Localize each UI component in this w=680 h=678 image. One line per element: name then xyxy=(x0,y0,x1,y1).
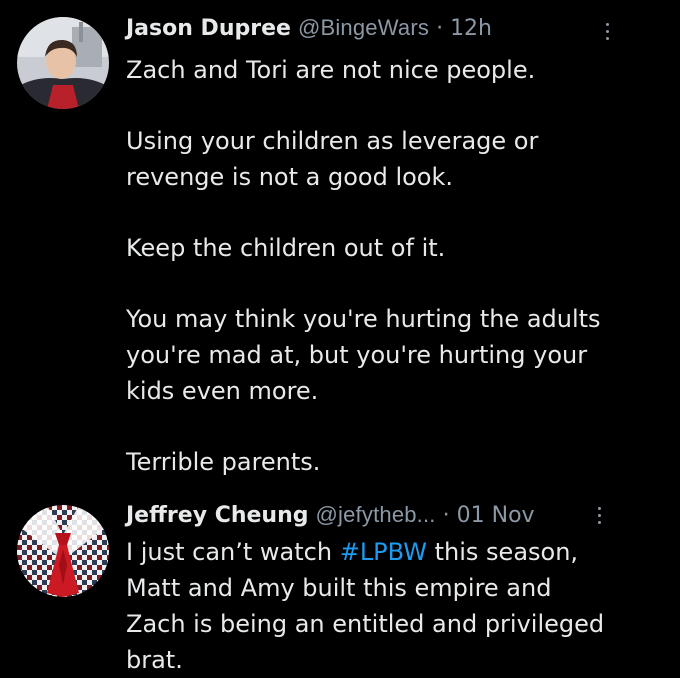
tweet-line: You may think you're hurting the adults xyxy=(126,305,601,333)
author-handle[interactable]: @jefytheb... xyxy=(316,502,436,527)
tweet-line: Keep the children out of it. xyxy=(126,234,446,262)
timestamp[interactable]: 01 Nov xyxy=(457,503,535,528)
separator-dot: · xyxy=(442,503,450,528)
tweet-line: brat. xyxy=(126,646,183,674)
tweet-line: you're mad at, but you're hurting your xyxy=(126,341,588,369)
tweet-line: I just can’t watch #LPBW this season, xyxy=(126,534,646,570)
tweet-header: Jason Dupree @BingeWars · 12h xyxy=(126,13,492,43)
user-avatar-photo-icon xyxy=(17,17,109,109)
avatar[interactable] xyxy=(17,505,109,597)
hashtag-link[interactable]: #LPBW xyxy=(340,538,427,566)
author-name[interactable]: Jeffrey Cheung xyxy=(126,503,309,528)
tweet-text: Zach and Tori are not nice people. Using… xyxy=(126,52,646,480)
tweet-line: revenge is not a good look. xyxy=(126,163,454,191)
more-options-icon[interactable] xyxy=(590,501,608,529)
tweet-line: Zach is being an entitled and privileged xyxy=(126,610,605,638)
tweet[interactable]: Jeffrey Cheung @jefytheb... · 01 Nov I j… xyxy=(0,495,680,675)
user-avatar-photo-icon xyxy=(17,505,109,597)
author-handle[interactable]: @BingeWars xyxy=(298,15,429,40)
tweet-header: Jeffrey Cheung @jefytheb... · 01 Nov xyxy=(126,500,535,530)
tweet-line: Matt and Amy built this empire and xyxy=(126,574,552,602)
separator-dot: · xyxy=(436,16,444,41)
avatar[interactable] xyxy=(17,17,109,109)
tweet-line: Using your children as leverage or xyxy=(126,127,539,155)
tweet-text-segment: I just can’t watch xyxy=(126,538,340,566)
tweet-line: Terrible parents. xyxy=(126,448,321,476)
tweet-text-segment: this season, xyxy=(427,538,579,566)
tweet-text: I just can’t watch #LPBW this season, Ma… xyxy=(126,534,646,678)
tweet-line: kids even more. xyxy=(126,377,319,405)
more-options-icon[interactable] xyxy=(598,17,616,45)
timestamp[interactable]: 12h xyxy=(450,16,492,41)
author-name[interactable]: Jason Dupree xyxy=(126,16,291,41)
tweet-line: Zach and Tori are not nice people. xyxy=(126,56,536,84)
tweet[interactable]: Jason Dupree @BingeWars · 12h Zach and T… xyxy=(0,0,680,495)
